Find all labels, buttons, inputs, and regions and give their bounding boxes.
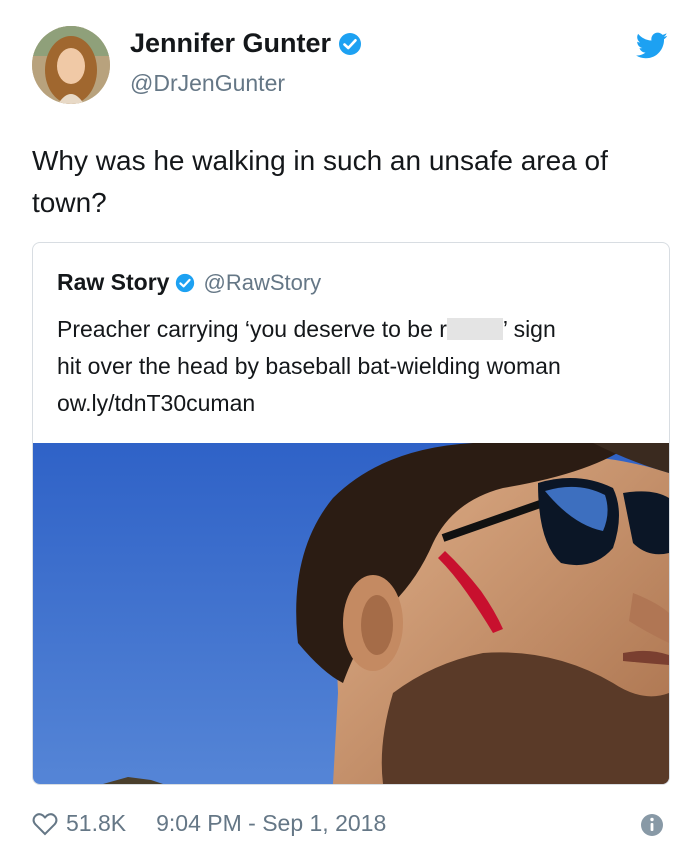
tweet-text: Why was he walking in such an unsafe are… (32, 145, 608, 218)
quoted-display-name: Raw Story (57, 269, 170, 295)
redaction-block (446, 318, 503, 340)
verified-badge-icon (176, 273, 195, 292)
quoted-text-end: ’ sign (502, 316, 556, 342)
quoted-tweet[interactable]: Raw Story @RawStory Preacher carrying ‘y… (32, 242, 670, 785)
verified-badge-icon (339, 32, 362, 55)
author-avatar[interactable] (32, 26, 110, 104)
author-name-row: Jennifer Gunter (130, 30, 362, 57)
tweet-timestamp[interactable]: 9:04 PM - Sep 1, 2018 (156, 810, 386, 837)
quoted-link[interactable]: ow.ly/tdnT30cuman (57, 390, 255, 416)
quoted-text-line2: hit over the head by baseball bat-wieldi… (57, 353, 561, 379)
avatar-image (32, 26, 110, 104)
info-icon[interactable] (640, 813, 664, 837)
quoted-tweet-photo[interactable] (33, 443, 669, 784)
quoted-tweet-header: Raw Story @RawStory (57, 269, 321, 296)
author-handle[interactable]: @DrJenGunter (130, 70, 285, 97)
author-display-name[interactable]: Jennifer Gunter (130, 30, 331, 57)
quoted-handle: @RawStory (203, 269, 322, 295)
twitter-bird-icon[interactable] (636, 32, 668, 60)
like-count: 51.8K (66, 810, 127, 836)
tweet-footer: 51.8K 9:04 PM - Sep 1, 2018 (32, 810, 386, 837)
heart-icon[interactable] (32, 812, 58, 836)
quoted-tweet-text: Preacher carrying ‘you deserve to be r ’ … (57, 311, 657, 422)
quoted-text-start: Preacher carrying ‘you deserve to be r (57, 316, 447, 342)
